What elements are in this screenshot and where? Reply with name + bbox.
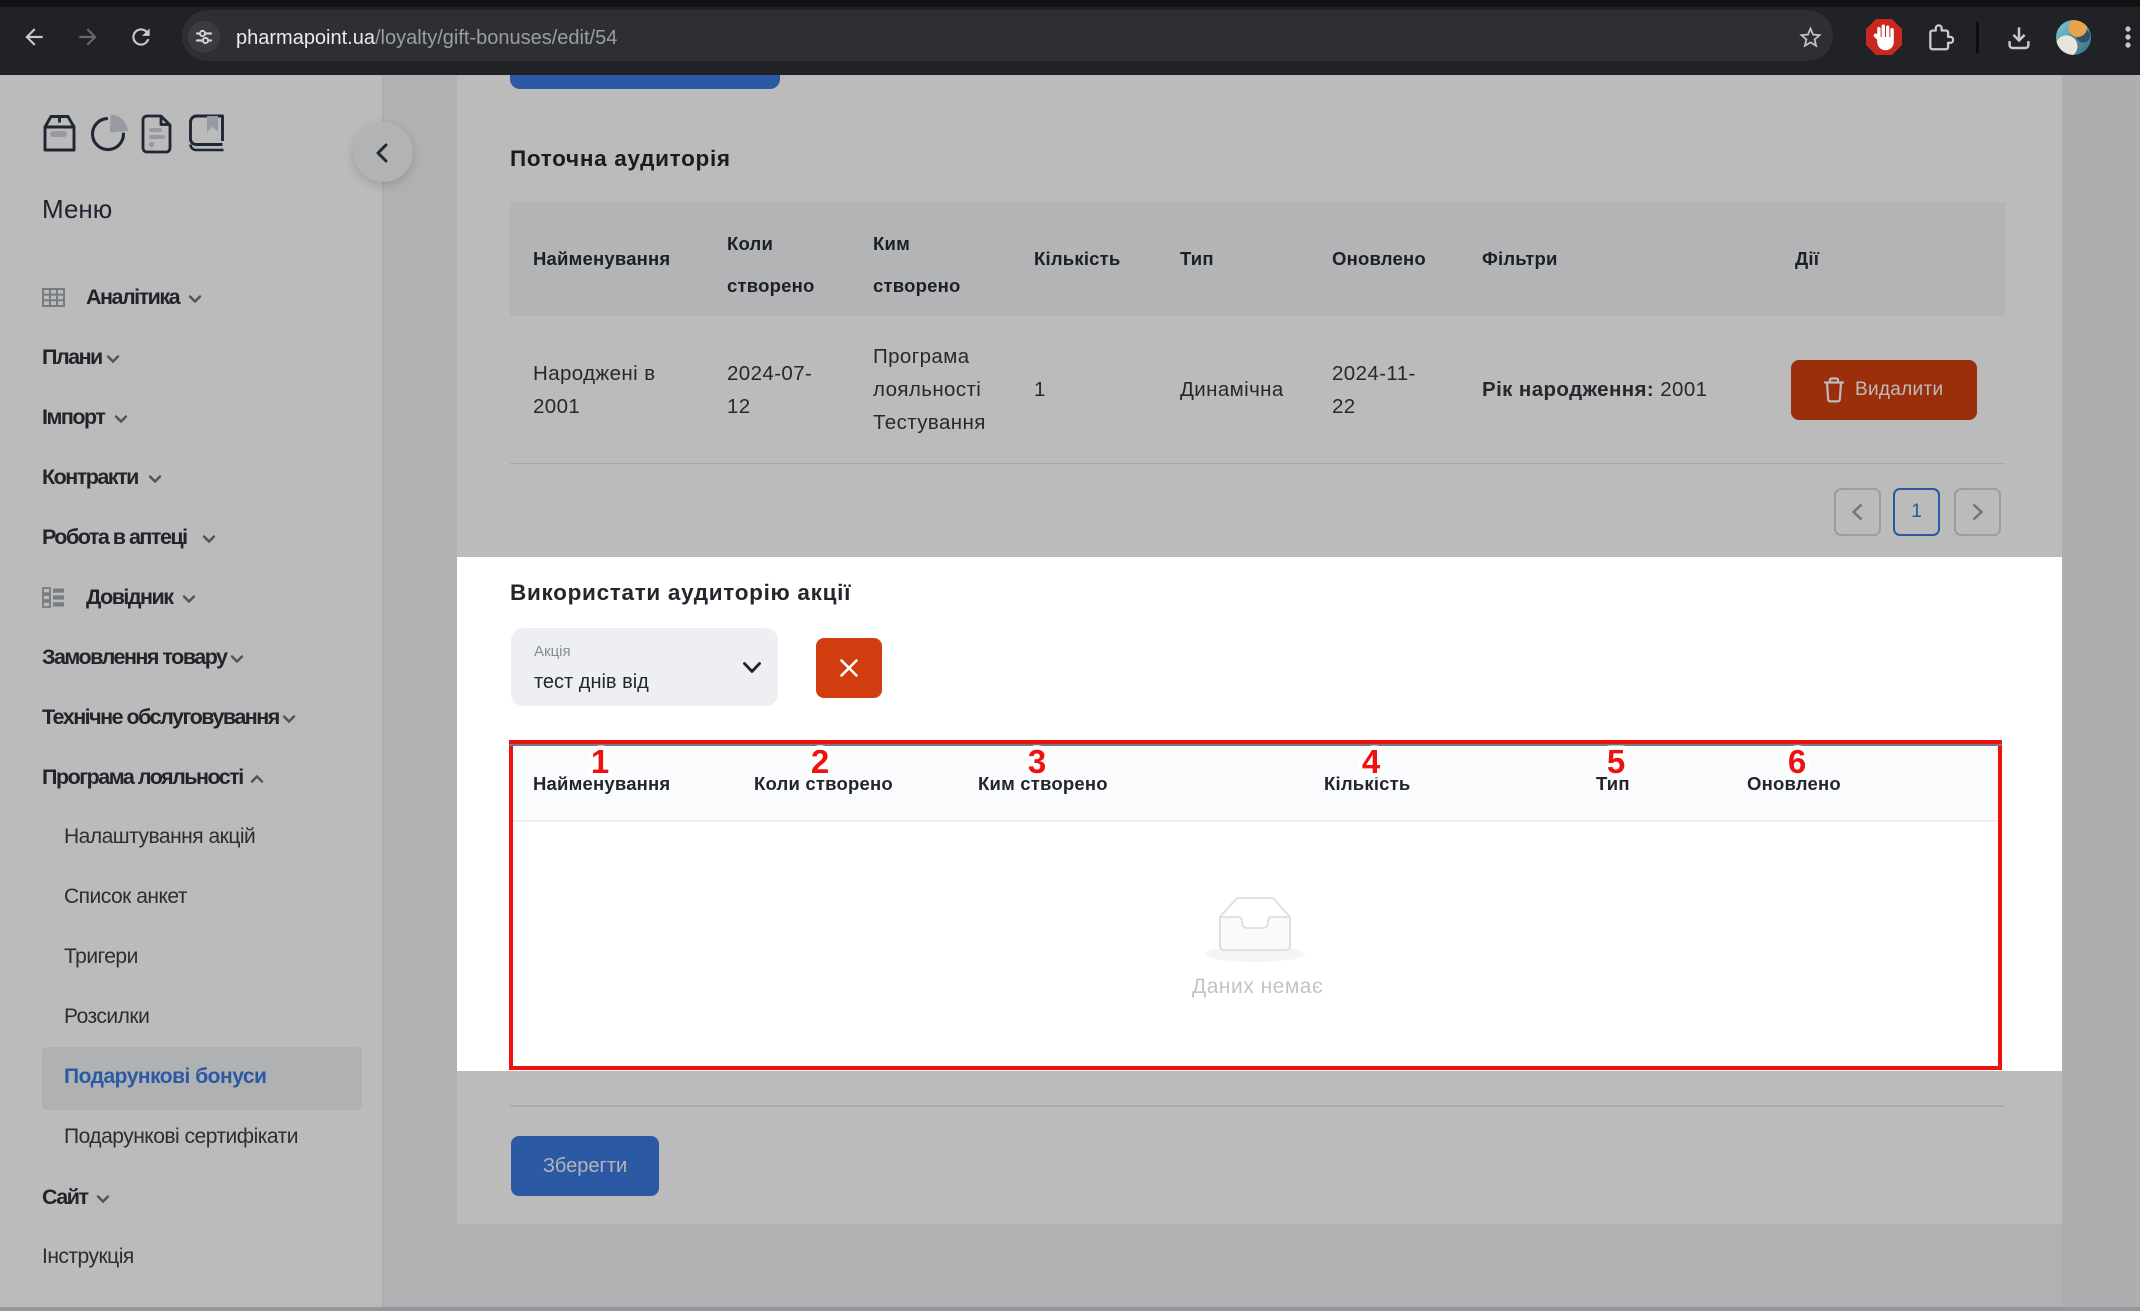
svg-text:2: 2 — [811, 743, 829, 780]
svg-text:4: 4 — [1362, 743, 1381, 780]
svg-text:1: 1 — [591, 743, 609, 780]
svg-text:5: 5 — [1607, 743, 1625, 780]
svg-text:6: 6 — [1788, 743, 1806, 780]
svg-text:3: 3 — [1028, 743, 1046, 780]
